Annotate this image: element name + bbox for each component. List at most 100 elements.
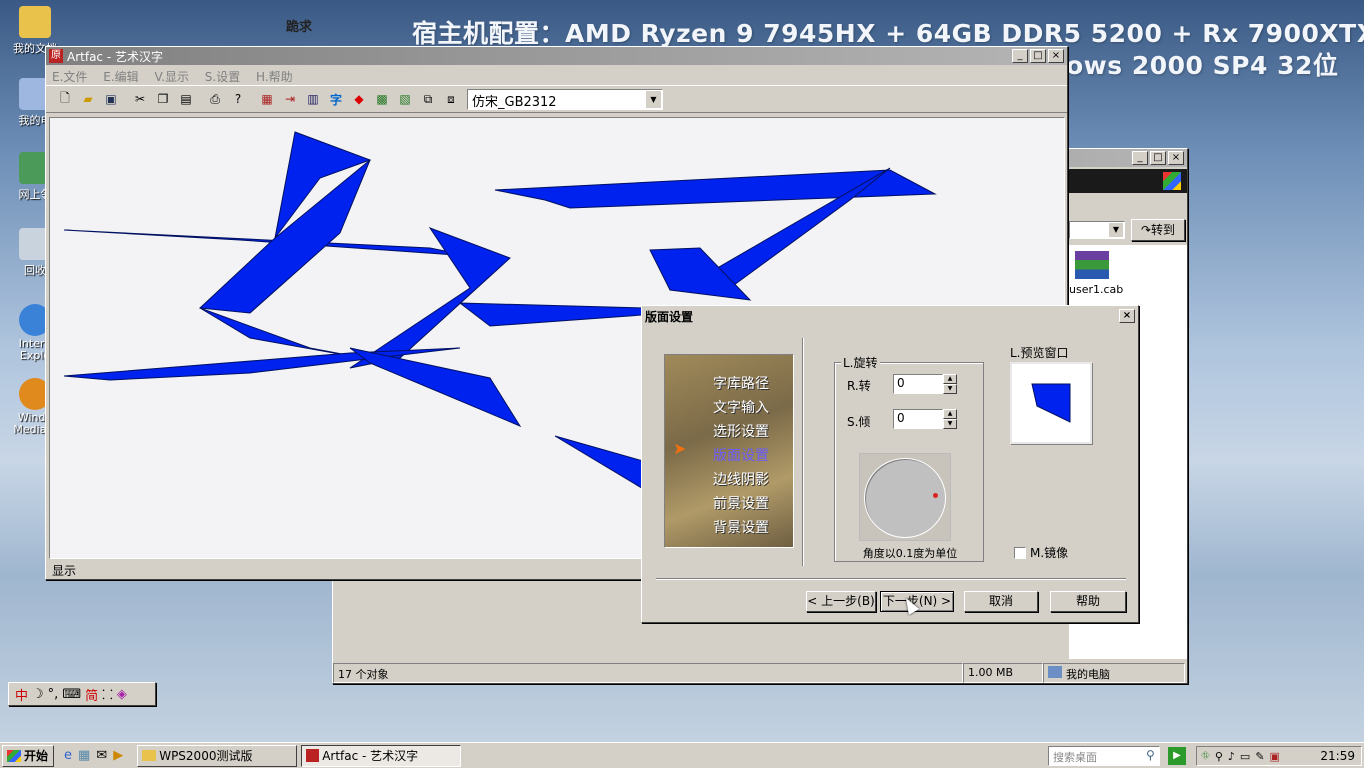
desktop-sticker: 跪求 — [286, 20, 313, 35]
skew-spinner[interactable]: ▲ ▼ — [943, 409, 957, 429]
tool-icon-4[interactable]: ▩ — [373, 90, 391, 108]
archive-icon[interactable] — [1075, 251, 1109, 279]
menu-view[interactable]: V.显示 — [154, 70, 188, 84]
mirror-option[interactable]: M.镜像 — [1014, 544, 1068, 561]
nav-background[interactable]: 背景设置 — [713, 517, 793, 541]
dial-handle[interactable] — [933, 493, 938, 498]
task-artfac-label: Artfac - 艺术汉字 — [322, 749, 419, 763]
tool-icon-1[interactable]: ▦ — [258, 90, 276, 108]
menu-settings[interactable]: S.设置 — [205, 70, 240, 84]
help-button[interactable]: 帮助 — [1050, 591, 1126, 612]
menu-help[interactable]: H.帮助 — [256, 70, 293, 84]
tool-icon-6[interactable]: ⧉ — [419, 90, 437, 108]
address-dropdown[interactable]: ▼ — [1069, 221, 1125, 239]
print-icon[interactable]: ⎙ — [206, 90, 224, 108]
magnifier-tray-icon[interactable]: ⚲ — [1215, 750, 1223, 763]
nav-font-path[interactable]: 字库路径 — [713, 373, 793, 397]
copy-icon[interactable]: ❐ — [154, 90, 172, 108]
minimize-button[interactable]: _ — [1132, 151, 1148, 165]
file-name[interactable]: user1.cab — [1069, 283, 1123, 296]
task-wps[interactable]: WPS2000测试版 — [137, 744, 298, 767]
clock[interactable]: 21:59 — [1320, 749, 1355, 763]
pen-tray-icon[interactable]: ✎ — [1255, 750, 1264, 763]
glyph-stroke — [349, 347, 522, 428]
artfac-titlebar: 原 Artfac - 艺术汉字 _ □ × — [46, 47, 1067, 65]
rotation-dial[interactable] — [864, 458, 946, 538]
quick-launch: e ▦ ✉ ▶ — [64, 748, 123, 763]
maximize-button[interactable]: □ — [1150, 151, 1166, 165]
security-tray-icon[interactable]: ▣ — [1270, 750, 1280, 763]
keyboard-icon[interactable]: ⌨ — [62, 687, 81, 702]
spin-up-icon[interactable]: ▲ — [943, 374, 957, 384]
cut-icon[interactable]: ✂ — [131, 90, 149, 108]
desktop-icon[interactable]: ▦ — [78, 748, 90, 763]
preview-glyph — [1031, 383, 1071, 423]
moon-icon[interactable]: ☽ — [32, 687, 44, 702]
skew-label: S.倾 — [847, 415, 871, 429]
cancel-button[interactable]: 取消 — [964, 591, 1038, 612]
ime-mode[interactable]: 中 — [15, 685, 28, 704]
menu-edit[interactable]: E.编辑 — [103, 70, 138, 84]
ime-simplified[interactable]: 简 — [85, 685, 98, 704]
spin-down-icon[interactable]: ▼ — [943, 384, 957, 394]
prev-button[interactable]: < 上一步(B) — [806, 591, 876, 612]
skew-input[interactable]: 0 — [893, 409, 943, 429]
minimize-button[interactable]: _ — [1012, 49, 1028, 63]
open-icon[interactable]: ▰ — [79, 90, 97, 108]
color-icon[interactable]: ◆ — [350, 90, 368, 108]
tool-icon-7[interactable]: ⧈ — [442, 90, 460, 108]
search-go-icon[interactable]: ▶ — [1168, 747, 1186, 765]
tool-icon-5[interactable]: ▧ — [396, 90, 414, 108]
spin-down-icon[interactable]: ▼ — [943, 419, 957, 429]
nav-shape-settings[interactable]: 选形设置 — [713, 421, 793, 445]
divider — [802, 338, 804, 566]
paste-icon[interactable]: ▤ — [177, 90, 195, 108]
tool-icon-3[interactable]: ▥ — [304, 90, 322, 108]
computer-icon — [1048, 666, 1062, 678]
chevron-down-icon[interactable]: ▼ — [1109, 223, 1123, 237]
explorer-brand-bar — [1063, 169, 1187, 193]
status-location-label: 我的电脑 — [1066, 668, 1110, 681]
start-label: 开始 — [24, 749, 49, 763]
help-icon[interactable]: ? — [229, 90, 247, 108]
taskbar: 开始 e ▦ ✉ ▶ WPS2000测试版 Artfac - 艺术汉字 搜索桌面… — [0, 742, 1364, 768]
maximize-button[interactable]: □ — [1030, 49, 1046, 63]
rotate-input[interactable]: 0 — [893, 374, 943, 394]
nav-layout-settings[interactable]: 版面设置 — [713, 445, 793, 469]
font-select[interactable]: 仿宋_GB2312 ▼ — [467, 88, 663, 110]
nav-border-shadow[interactable]: 边线阴影 — [713, 469, 793, 493]
mirror-checkbox[interactable] — [1014, 546, 1026, 559]
network-tray-icon[interactable]: ⛗ — [1201, 749, 1210, 763]
task-artfac[interactable]: Artfac - 艺术汉字 — [301, 744, 462, 767]
chevron-down-icon[interactable]: ▼ — [646, 90, 661, 108]
media-icon[interactable]: ▶ — [113, 748, 123, 763]
close-button[interactable]: × — [1119, 309, 1135, 323]
search-icon[interactable]: ⚲ — [1146, 748, 1155, 762]
glyph-stroke — [458, 302, 671, 327]
desktop-search-input[interactable]: 搜索桌面 — [1048, 746, 1160, 766]
nav-foreground[interactable]: 前景设置 — [713, 493, 793, 517]
close-button[interactable]: × — [1168, 151, 1184, 165]
outlook-icon[interactable]: ✉ — [96, 748, 107, 763]
preview-window — [1010, 362, 1092, 444]
start-button[interactable]: 开始 — [2, 744, 54, 767]
new-icon[interactable]: 🗋 — [56, 90, 74, 108]
char-icon[interactable]: 字 — [327, 90, 345, 108]
save-icon[interactable]: ▣ — [102, 90, 120, 108]
punct-icon[interactable]: °, — [48, 687, 59, 702]
softkey-icon[interactable]: ⸬ — [102, 685, 113, 703]
rotate-spinner[interactable]: ▲ ▼ — [943, 374, 957, 394]
go-button[interactable]: ↷转到 — [1131, 219, 1185, 241]
spin-up-icon[interactable]: ▲ — [943, 409, 957, 419]
tool-icon-2[interactable]: ⇥ — [281, 90, 299, 108]
menu-file[interactable]: E.文件 — [52, 70, 87, 84]
glyph-stroke — [494, 169, 937, 209]
monitor-tray-icon[interactable]: ▭ — [1240, 750, 1250, 763]
ie-icon[interactable]: e — [64, 748, 72, 763]
nav-text-input[interactable]: 文字输入 — [713, 397, 793, 421]
tool-icon[interactable]: ◈ — [117, 687, 127, 702]
wizard-nav-list: 字库路径 文字输入 选形设置 版面设置 边线阴影 前景设置 背景设置 — [713, 373, 793, 541]
volume-icon[interactable]: ♪ — [1228, 750, 1235, 763]
close-button[interactable]: × — [1048, 49, 1064, 63]
rotate-label: R.转 — [847, 379, 871, 393]
